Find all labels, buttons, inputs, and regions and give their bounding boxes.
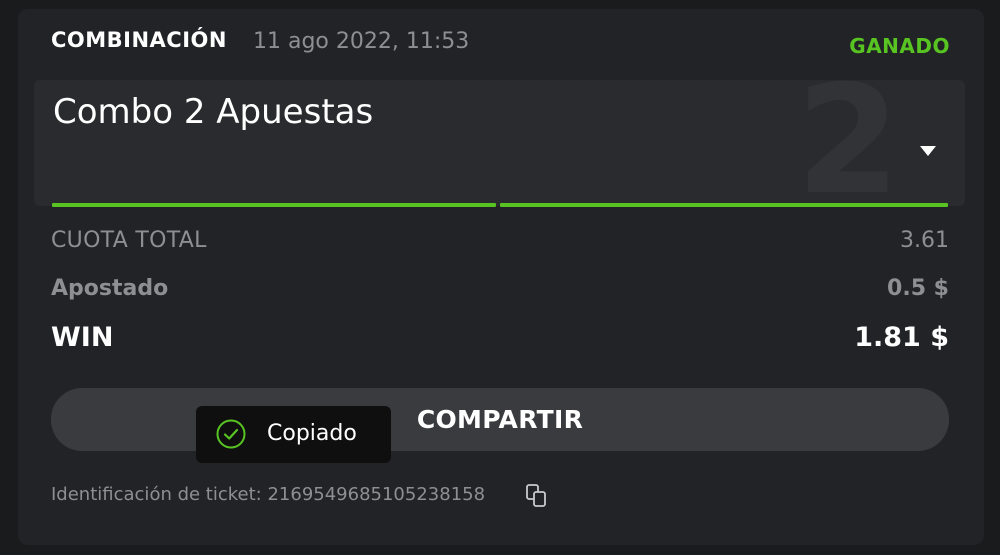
bet-details-panel[interactable]: 2 Combo 2 Apuestas <box>34 80 965 206</box>
staked-value: 0.5 $ <box>887 276 949 301</box>
share-button[interactable]: COMPARTIR <box>51 388 949 451</box>
bet-type-label: COMBINACIÓN <box>51 28 227 52</box>
share-button-label: COMPARTIR <box>416 405 584 434</box>
status-badge: GANADO <box>849 34 950 58</box>
bet-date: 11 ago 2022, 11:53 <box>253 29 470 54</box>
staked-label: Apostado <box>51 276 169 301</box>
total-odds-value: 3.61 <box>900 228 949 253</box>
selection-count-watermark: 2 <box>796 80 901 206</box>
ticket-id: Identificación de ticket: 21695496851052… <box>51 484 486 505</box>
copied-toast: Copiado <box>196 406 391 463</box>
total-odds-label: CUOTA TOTAL <box>51 228 207 253</box>
toast-text: Copiado <box>267 421 357 446</box>
caret-down-icon[interactable] <box>920 146 936 156</box>
win-value: 1.81 $ <box>854 322 949 353</box>
selection-progress-segment-2 <box>500 203 948 207</box>
selection-progress-segment-1 <box>52 203 496 207</box>
check-circle-icon <box>216 419 246 449</box>
bet-title: Combo 2 Apuestas <box>53 92 374 132</box>
copy-icon[interactable] <box>524 483 550 509</box>
win-label: WIN <box>51 322 114 353</box>
